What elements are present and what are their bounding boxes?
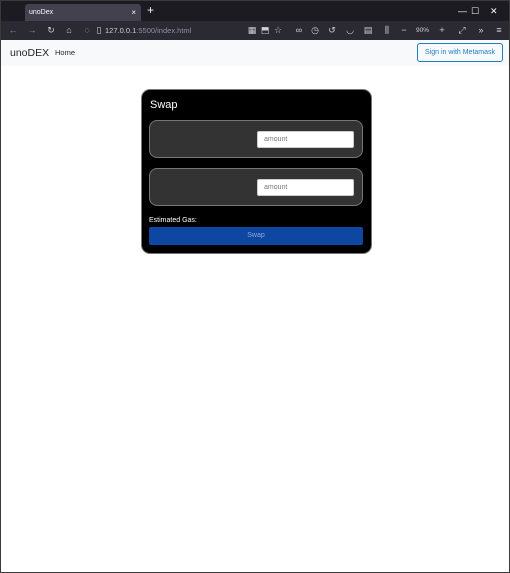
site-navbar: unoDEX Home Sign in with Metamask [1,40,509,66]
zoom-level[interactable]: 90% [416,26,429,36]
extensions-icon[interactable]: ▦ [246,24,258,36]
menu-icon[interactable]: ≡ [493,24,505,36]
tab-close-icon[interactable]: × [131,4,136,21]
clock-icon[interactable]: ◷ [309,24,321,36]
url-path: :5500/index.html [136,26,192,35]
pocket-icon[interactable]: ◡ [344,24,356,36]
private-mask-icon[interactable]: ∞ [293,24,305,36]
browser-toolbar: ← → ↻ ⌂ ◌ ▯ 127.0.0.1:5500/index.html ▦ … [1,21,509,40]
zoom-out-icon[interactable]: − [398,24,410,36]
from-token-box [149,120,363,158]
tracking-protection-icon[interactable]: ◌ [81,24,93,36]
browser-tab[interactable]: unoDex × [25,4,141,21]
close-window-button[interactable]: ✕ [490,4,498,18]
url-bar[interactable]: 127.0.0.1:5500/index.html [105,25,191,36]
browser-titlebar: unoDex × + — ☐ ✕ [1,1,509,21]
swap-button[interactable]: Swap [149,227,363,245]
swap-card: Swap Estimated Gas: Swap [142,90,371,253]
forward-icon[interactable]: → [26,24,38,36]
estimated-gas-label: Estimated Gas: [149,217,197,224]
sidebar-icon[interactable]: ▤ [362,24,374,36]
new-tab-button[interactable]: + [147,3,154,18]
signin-metamask-button[interactable]: Sign in with Metamask [417,43,503,62]
page-info-icon[interactable]: ▯ [93,24,105,36]
from-amount-input[interactable] [257,131,354,148]
to-token-box [149,168,363,206]
screenshot-icon[interactable]: ⬒ [259,24,271,36]
swap-title: Swap [150,99,178,111]
back-icon[interactable]: ← [7,24,19,36]
history-icon[interactable]: ↺ [326,24,338,36]
tab-title: unoDex [29,9,54,16]
overflow-icon[interactable]: » [475,24,487,36]
url-host: 127.0.0.1 [105,26,137,35]
library-icon[interactable]: ⫼ [381,24,393,36]
fullscreen-icon[interactable]: ⤢ [456,24,468,36]
brand-logo[interactable]: unoDEX [10,47,49,59]
home-icon[interactable]: ⌂ [63,24,75,36]
nav-link-home[interactable]: Home [55,48,75,57]
maximize-button[interactable]: ☐ [471,4,479,18]
to-amount-input[interactable] [257,179,354,196]
reload-icon[interactable]: ↻ [45,24,57,36]
bookmark-star-icon[interactable]: ☆ [272,24,284,36]
zoom-in-icon[interactable]: + [436,24,448,36]
minimize-button[interactable]: — [458,4,467,18]
